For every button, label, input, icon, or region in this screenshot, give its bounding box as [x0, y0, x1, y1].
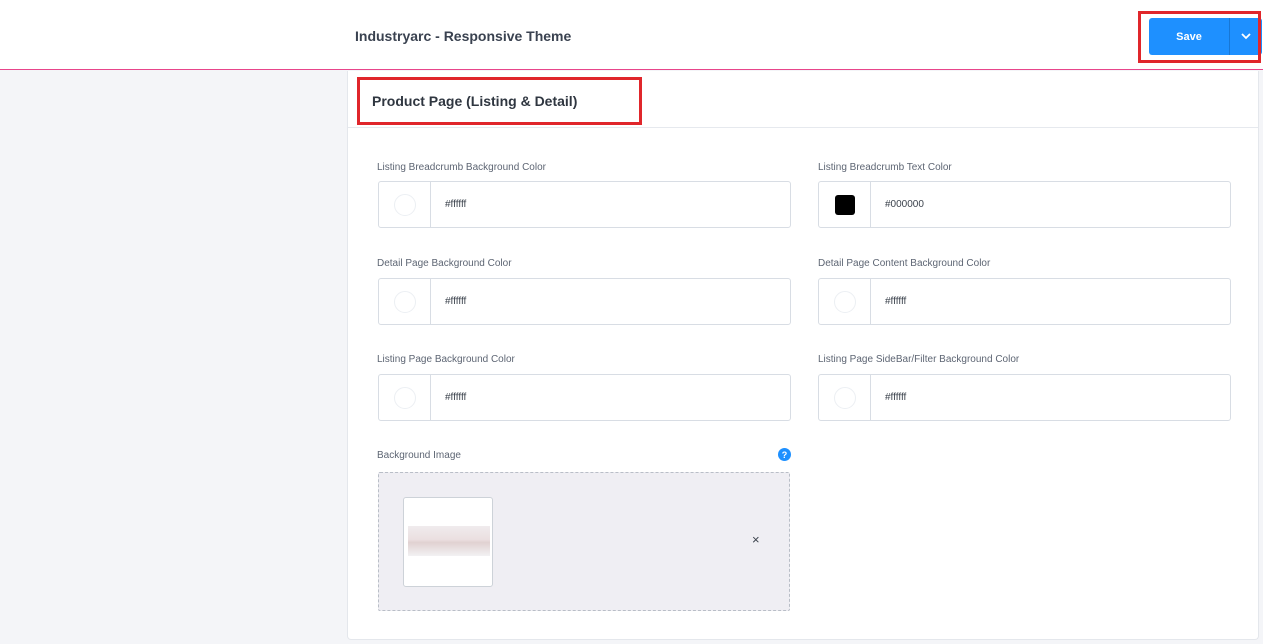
color-swatch-button[interactable]: [379, 375, 431, 420]
color-swatch: [393, 193, 416, 216]
color-field[interactable]: #ffffff: [378, 181, 791, 228]
background-image-label: Background Image: [377, 450, 461, 461]
color-swatch-button[interactable]: [819, 182, 871, 227]
close-icon[interactable]: ×: [752, 532, 760, 547]
color-value[interactable]: #ffffff: [871, 375, 906, 420]
color-swatch-button[interactable]: [379, 182, 431, 227]
settings-panel: Product Page (Listing & Detail) Listing …: [347, 71, 1259, 640]
color-swatch: [833, 290, 856, 313]
color-swatch-button[interactable]: [379, 279, 431, 324]
color-field[interactable]: #000000: [818, 181, 1231, 228]
color-value[interactable]: #ffffff: [431, 182, 466, 227]
top-bar: Industryarc - Responsive Theme Save: [0, 0, 1263, 70]
image-thumbnail: [403, 497, 493, 587]
color-swatch: [393, 290, 416, 313]
color-field[interactable]: #ffffff: [818, 278, 1231, 325]
page-title: Industryarc - Responsive Theme: [355, 28, 572, 44]
color-swatch: [834, 194, 855, 215]
color-value[interactable]: #ffffff: [871, 279, 906, 324]
color-value[interactable]: #ffffff: [431, 375, 466, 420]
color-swatch: [393, 386, 416, 409]
color-value[interactable]: #ffffff: [431, 279, 466, 324]
field-label: Detail Page Content Background Color: [818, 258, 991, 269]
color-field[interactable]: #ffffff: [378, 374, 791, 421]
color-swatch-button[interactable]: [819, 279, 871, 324]
title-highlight-box: [357, 77, 642, 125]
image-dropzone[interactable]: ×: [378, 472, 790, 611]
field-label: Listing Breadcrumb Background Color: [377, 162, 546, 173]
field-label: Listing Breadcrumb Text Color: [818, 162, 952, 173]
color-value[interactable]: #000000: [871, 182, 924, 227]
save-highlight-box: [1138, 11, 1261, 63]
question-icon[interactable]: ?: [778, 448, 791, 461]
field-label: Listing Page SideBar/Filter Background C…: [818, 354, 1020, 365]
panel-header: Product Page (Listing & Detail): [348, 71, 1258, 128]
field-label: Detail Page Background Color: [377, 258, 512, 269]
color-field[interactable]: #ffffff: [818, 374, 1231, 421]
color-field[interactable]: #ffffff: [378, 278, 791, 325]
field-label: Listing Page Background Color: [377, 354, 515, 365]
left-panel: [0, 71, 347, 644]
color-swatch: [833, 386, 856, 409]
thumbnail-image: [408, 526, 490, 556]
color-swatch-button[interactable]: [819, 375, 871, 420]
